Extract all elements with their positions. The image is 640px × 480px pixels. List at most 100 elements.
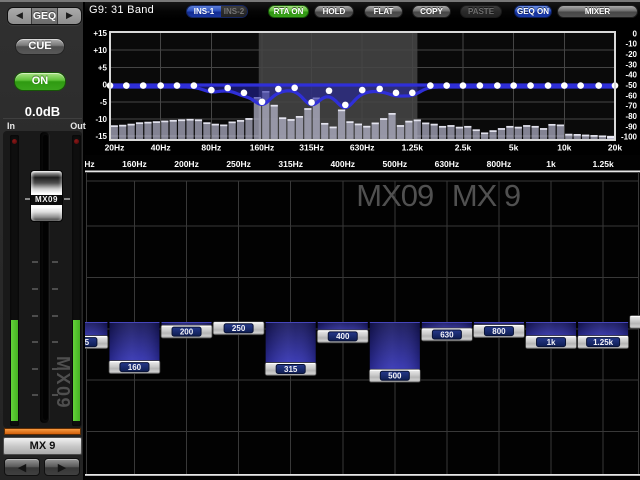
eq-band-dot-63[interactable] [191, 82, 198, 89]
ytick-left: -5 [100, 98, 108, 107]
band-fader-handle-200[interactable]: 200 [161, 325, 212, 338]
mixer-button[interactable]: MIXER [557, 5, 638, 18]
eq-band-dot-315[interactable] [308, 99, 315, 106]
svg-text:200: 200 [180, 327, 194, 336]
eq-band-dot-6300[interactable] [527, 82, 534, 89]
svg-text:125: 125 [85, 338, 90, 347]
eq-band-dot-1250[interactable] [409, 90, 416, 97]
xtick: 20Hz [105, 143, 125, 153]
eq-band-dot-8000[interactable] [545, 82, 552, 89]
eq-band-dot-31_5[interactable] [140, 82, 147, 89]
eq-band-dot-160[interactable] [259, 98, 266, 105]
channel-color-bar [4, 428, 81, 435]
eq-band-dot-500[interactable] [342, 102, 349, 109]
band-fader-handle-160[interactable]: 160 [109, 361, 160, 374]
watermark-channel-name: MX09 [356, 178, 433, 213]
geq-on-button[interactable]: GEQ ON [514, 5, 552, 18]
band-fader-handle-250[interactable]: 250 [213, 322, 264, 335]
svg-text:630: 630 [440, 330, 454, 339]
on-button[interactable]: ON [14, 72, 66, 91]
ytick-left: -10 [95, 115, 107, 124]
eq-band-dot-12500[interactable] [577, 82, 584, 89]
fader-scale-tick [52, 394, 58, 396]
eq-band-dot-125[interactable] [241, 90, 248, 97]
band-label-800: 800Hz [487, 159, 512, 169]
ytick-left: 0 [103, 81, 108, 90]
ins-1-button[interactable]: INS-1 [187, 6, 221, 17]
ins-2-button[interactable]: INS-2 [221, 6, 247, 17]
band-fader-handle-630[interactable]: 630 [421, 328, 472, 341]
eq-band-dot-250[interactable] [291, 85, 298, 92]
band-fader-handle-400[interactable]: 400 [317, 330, 368, 343]
eq-band-dot-16000[interactable] [595, 82, 602, 89]
geq-fader-chart[interactable]: 125Hz160Hz200Hz250Hz315Hz400Hz500Hz630Hz… [85, 155, 640, 480]
band-label-400: 400Hz [330, 159, 355, 169]
eq-band-dot-40[interactable] [157, 82, 164, 89]
band-fader-handle-1.25k[interactable]: 1.25k [578, 336, 629, 349]
flat-button[interactable]: FLAT [364, 5, 403, 18]
geq-selector: ◀ GEQ ▶ [7, 7, 82, 25]
band-fader-handle-1.6k[interactable]: 1.6k [630, 316, 640, 329]
channel-fader-handle[interactable]: MX09 [30, 170, 63, 222]
xtick: 160Hz [250, 143, 275, 153]
eq-band-dot-5000[interactable] [510, 82, 517, 89]
hold-button[interactable]: HOLD [314, 5, 354, 18]
rta-on-button[interactable]: RTA ON [268, 5, 309, 18]
eq-band-dot-400[interactable] [326, 87, 333, 94]
eq-band-dot-80[interactable] [208, 87, 215, 94]
fader-scale-tick [32, 261, 38, 263]
selector-next-icon[interactable]: ▶ [58, 8, 81, 24]
fader-scale-tick [52, 261, 58, 263]
eq-band-dot-100[interactable] [224, 85, 231, 92]
fader-scale-tick [32, 394, 38, 396]
eq-band-dot-50[interactable] [174, 82, 181, 89]
fader-handle-label: MX09 [31, 195, 62, 205]
eq-response-chart[interactable]: +15+10+50-5-10-150-10-20-30-40-50-60-70-… [85, 18, 640, 155]
fader-scale-tick [52, 288, 58, 290]
next-channel-button[interactable]: ▶ [44, 458, 80, 476]
sidebar-divider [3, 118, 82, 119]
xtick: 80Hz [201, 143, 221, 153]
fader-zero-tick-right [64, 198, 70, 200]
band-fader-handle-1k[interactable]: 1k [526, 336, 577, 349]
screen-top-edge [0, 0, 640, 2]
eq-band-dot-2000[interactable] [443, 82, 450, 89]
copy-button[interactable]: COPY [412, 5, 451, 18]
xtick: 2.5k [455, 143, 472, 153]
ytick-right: -80 [625, 112, 637, 121]
cue-button[interactable]: CUE [15, 38, 65, 55]
band-fader-handle-500[interactable]: 500 [369, 369, 420, 382]
ytick-right: 0 [633, 29, 638, 38]
eq-band-dot-1000[interactable] [393, 90, 400, 97]
svg-text:315: 315 [284, 365, 298, 374]
fader-scale-tick [52, 315, 58, 317]
eq-band-dot-1600[interactable] [427, 82, 434, 89]
band-fader-handle-125[interactable]: 125 [85, 336, 108, 349]
eq-band-dot-25[interactable] [123, 82, 130, 89]
prev-channel-button[interactable]: ◀ [4, 458, 40, 476]
eq-band-dot-2500[interactable] [460, 82, 467, 89]
band-label-160: 160Hz [122, 159, 147, 169]
band-label-315: 315Hz [278, 159, 303, 169]
band-fader-handle-315[interactable]: 315 [265, 363, 316, 376]
channel-sidebar: ◀ GEQ ▶ CUE ON 0.0dB In Out MX09 MX09 MX… [0, 0, 85, 480]
paste-button[interactable]: PASTE [460, 5, 502, 18]
eq-band-dot-200[interactable] [275, 86, 282, 93]
eq-band-dot-3150[interactable] [477, 82, 484, 89]
eq-band-dot-10000[interactable] [561, 82, 568, 89]
svg-text:500: 500 [388, 372, 402, 381]
eq-band-dot-4000[interactable] [494, 82, 501, 89]
xtick: 5k [509, 143, 519, 153]
geq-title: G9: 31 Band [89, 4, 154, 16]
watermark-channel-id: MX 9 [452, 178, 520, 213]
svg-text:400: 400 [336, 332, 350, 341]
fader-scale-tick [32, 288, 38, 290]
eq-band-dot-630[interactable] [359, 87, 366, 94]
ytick-right: -70 [625, 102, 637, 111]
selector-prev-icon[interactable]: ◀ [8, 8, 31, 24]
top-toolbar: G9: 31 Band INS-1 INS-2 RTA ON HOLD FLAT… [85, 0, 640, 19]
eq-band-dot-800[interactable] [376, 86, 383, 93]
fader-scale-tick [52, 368, 58, 370]
band-fader-handle-800[interactable]: 800 [473, 325, 524, 338]
input-clip-led [12, 139, 17, 144]
